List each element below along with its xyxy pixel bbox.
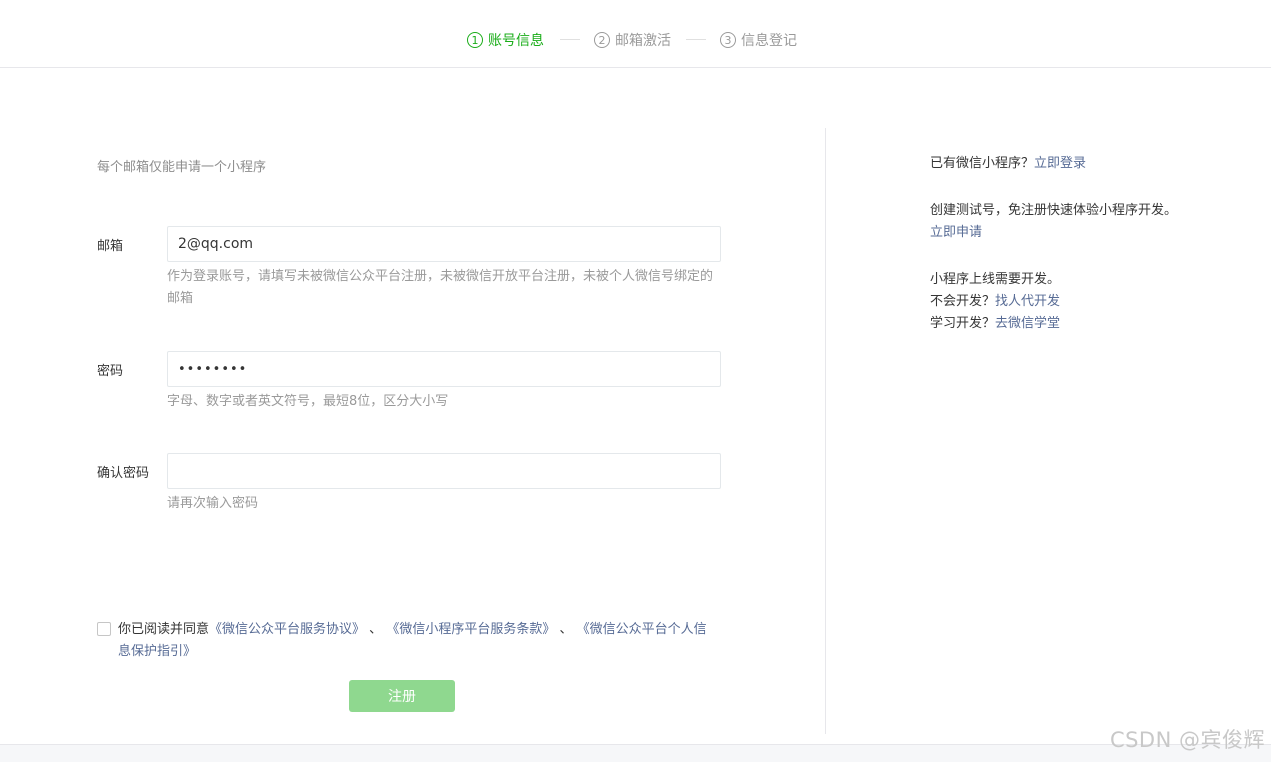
password-field[interactable]: •••••••• xyxy=(167,351,721,387)
dev-outsource-prompt: 不会开发？ xyxy=(930,294,996,309)
form-notice: 每个邮箱仅能申请一个小程序 xyxy=(97,160,267,175)
agreement-checkbox[interactable] xyxy=(97,622,111,636)
email-label: 邮箱 xyxy=(97,239,124,254)
confirm-password-label: 确认密码 xyxy=(97,466,150,481)
footer-bar xyxy=(0,744,1271,762)
sidebar-test-account: 创建测试号，免注册快速体验小程序开发。立即申请 xyxy=(930,200,1180,244)
sidebar-login: 已有微信小程序？立即登录 xyxy=(930,153,1180,175)
dev-outsource-line: 不会开发？找人代开发 xyxy=(930,291,1180,313)
step-label: 信息登记 xyxy=(741,33,797,49)
step-number: 3 xyxy=(720,32,736,48)
email-tip: 作为登录账号，请填写未被微信公众平台注册，未被微信开放平台注册，未被个人微信号绑… xyxy=(167,269,714,306)
agreement-text: 你已阅读并同意《微信公众平台服务协议》 、 《微信小程序平台服务条款》 、 《微… xyxy=(118,619,718,663)
test-account-text: 创建测试号，免注册快速体验小程序开发。 xyxy=(930,203,1178,218)
password-label: 密码 xyxy=(97,364,124,379)
login-link[interactable]: 立即登录 xyxy=(1034,156,1086,171)
password-value: •••••••• xyxy=(178,361,248,377)
service-agreement-link[interactable]: 《微信公众平台服务协议》 xyxy=(209,622,365,637)
email-field[interactable]: 2@qq.com xyxy=(167,226,721,262)
apply-test-account-link[interactable]: 立即申请 xyxy=(930,225,982,240)
confirm-password-field[interactable] xyxy=(167,453,721,489)
step-number: 1 xyxy=(467,32,483,48)
watermark: CSDN @宾俊辉 xyxy=(1109,728,1265,752)
agreement-separator: 、 xyxy=(555,622,573,637)
sidebar-dev-info: 小程序上线需要开发。 不会开发？找人代开发 学习开发？去微信学堂 xyxy=(930,269,1180,335)
dev-learn-prompt: 学习开发？ xyxy=(930,316,996,331)
step-label: 账号信息 xyxy=(488,33,544,49)
steps-header: 1 账号信息 2 邮箱激活 3 信息登记 xyxy=(0,0,1271,68)
login-prompt: 已有微信小程序？ xyxy=(930,156,1035,171)
email-value: 2@qq.com xyxy=(178,236,254,252)
step-connector xyxy=(560,39,580,40)
find-developer-link[interactable]: 找人代开发 xyxy=(995,294,1060,309)
wechat-academy-link[interactable]: 去微信学堂 xyxy=(995,316,1060,331)
vertical-divider xyxy=(825,128,826,734)
password-tip: 字母、数字或者英文符号，最短8位，区分大小写 xyxy=(167,394,449,409)
step-account-info: 1 账号信息 xyxy=(467,30,544,50)
step-info-registration: 3 信息登记 xyxy=(720,30,797,50)
agreement-separator: 、 xyxy=(365,622,383,637)
dev-learn-line: 学习开发？去微信学堂 xyxy=(930,313,1180,335)
step-email-activation: 2 邮箱激活 xyxy=(594,30,671,50)
confirm-password-tip: 请再次输入密码 xyxy=(167,496,259,511)
register-button[interactable]: 注册 xyxy=(349,680,455,712)
miniprogram-terms-link[interactable]: 《微信小程序平台服务条款》 xyxy=(386,622,555,637)
step-label: 邮箱激活 xyxy=(615,33,671,49)
step-connector xyxy=(686,39,706,40)
agreement-prefix: 你已阅读并同意 xyxy=(118,622,210,637)
step-number: 2 xyxy=(594,32,610,48)
dev-info-line: 小程序上线需要开发。 xyxy=(930,272,1061,287)
